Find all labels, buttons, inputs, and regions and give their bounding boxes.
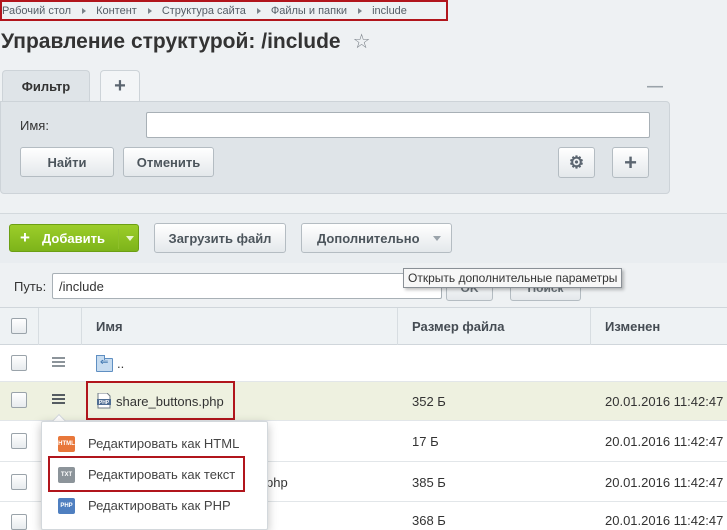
breadcrumb-separator-icon <box>256 7 261 14</box>
row-checkbox[interactable] <box>11 514 27 530</box>
path-label: Путь: <box>14 279 47 294</box>
row-size: 352 Б <box>412 394 446 409</box>
add-filter-tab-icon[interactable]: + <box>100 70 140 101</box>
row-checkbox[interactable] <box>11 392 27 408</box>
collapse-filter-icon[interactable]: — <box>647 78 663 96</box>
row-checkbox[interactable] <box>11 433 27 449</box>
menu-item-label: Редактировать как HTML <box>88 436 240 451</box>
row-size: 17 Б <box>412 434 439 449</box>
column-divider <box>38 308 39 345</box>
column-divider <box>397 308 398 345</box>
select-all-checkbox[interactable] <box>11 318 27 334</box>
breadcrumb-separator-icon <box>358 7 363 14</box>
menu-item-label: Редактировать как PHP <box>88 498 231 513</box>
plus-icon: + <box>20 228 30 247</box>
menu-item-edit-php[interactable]: PHP Редактировать как PHP <box>42 491 269 521</box>
php-file-icon: PHP <box>58 498 75 514</box>
more-button[interactable]: Дополнительно <box>301 223 452 253</box>
column-header-size[interactable]: Размер файла <box>412 319 505 334</box>
row-name[interactable]: .. <box>117 356 124 371</box>
breadcrumb-item-site-structure[interactable]: Структура сайта <box>162 5 246 17</box>
table-header: Имя Размер файла Изменен <box>0 307 727 345</box>
table-row[interactable]: .. <box>0 345 727 382</box>
upload-file-button[interactable]: Загрузить файл <box>154 223 286 253</box>
chevron-down-icon[interactable] <box>126 236 134 241</box>
page-title-text: Управление структурой: /include <box>1 30 341 53</box>
chevron-down-icon <box>433 236 441 241</box>
path-input[interactable]: /include <box>52 273 442 299</box>
menu-item-highlight <box>48 456 245 492</box>
plus-icon[interactable]: + <box>612 147 649 178</box>
add-button-separator <box>118 229 119 249</box>
cancel-button[interactable]: Отменить <box>123 147 214 177</box>
add-button[interactable]: + Добавить <box>9 224 139 252</box>
column-header-name[interactable]: Имя <box>96 319 123 334</box>
row-name[interactable]: php <box>266 475 288 490</box>
breadcrumb-separator-icon <box>147 7 152 14</box>
row-modified: 20.01.2016 11:42:47 <box>605 475 724 490</box>
row-modified: 20.01.2016 11:42:47 <box>605 394 724 409</box>
gear-icon[interactable]: ⚙ <box>558 147 595 178</box>
row-modified: 20.01.2016 11:42:47 <box>605 513 724 528</box>
column-divider <box>81 308 82 345</box>
row-menu-icon[interactable] <box>52 357 65 367</box>
row-checkbox[interactable] <box>11 474 27 490</box>
breadcrumb: Рабочий стол Контент Структура сайта Фай… <box>0 0 448 21</box>
selected-file-highlight <box>86 381 235 420</box>
filter-name-input[interactable] <box>146 112 650 138</box>
tooltip: Открыть дополнительные параметры <box>403 268 622 288</box>
add-button-label: Добавить <box>42 230 105 246</box>
breadcrumb-item-files-folders[interactable]: Файлы и папки <box>271 5 347 17</box>
menu-item-edit-html[interactable]: HTML Редактировать как HTML <box>42 429 269 459</box>
page-title: Управление структурой: /include ☆ <box>1 30 371 54</box>
breadcrumb-item-content[interactable]: Контент <box>96 5 137 17</box>
filter-name-label: Имя: <box>20 118 49 133</box>
tab-filter[interactable]: Фильтр <box>2 70 90 102</box>
more-button-label: Дополнительно <box>317 230 420 246</box>
star-icon[interactable]: ☆ <box>353 32 371 52</box>
find-button[interactable]: Найти <box>20 147 114 177</box>
breadcrumb-item-desktop[interactable]: Рабочий стол <box>2 5 71 17</box>
row-size: 368 Б <box>412 513 446 528</box>
breadcrumb-separator-icon <box>82 7 87 14</box>
column-header-modified[interactable]: Изменен <box>605 319 660 334</box>
html-file-icon: HTML <box>58 436 75 452</box>
row-modified: 20.01.2016 11:42:47 <box>605 434 724 449</box>
row-checkbox[interactable] <box>11 355 27 371</box>
folder-up-icon <box>96 355 113 372</box>
column-divider <box>590 308 591 345</box>
row-size: 385 Б <box>412 475 446 490</box>
breadcrumb-item-include: include <box>372 4 407 17</box>
row-menu-icon[interactable] <box>52 394 65 404</box>
